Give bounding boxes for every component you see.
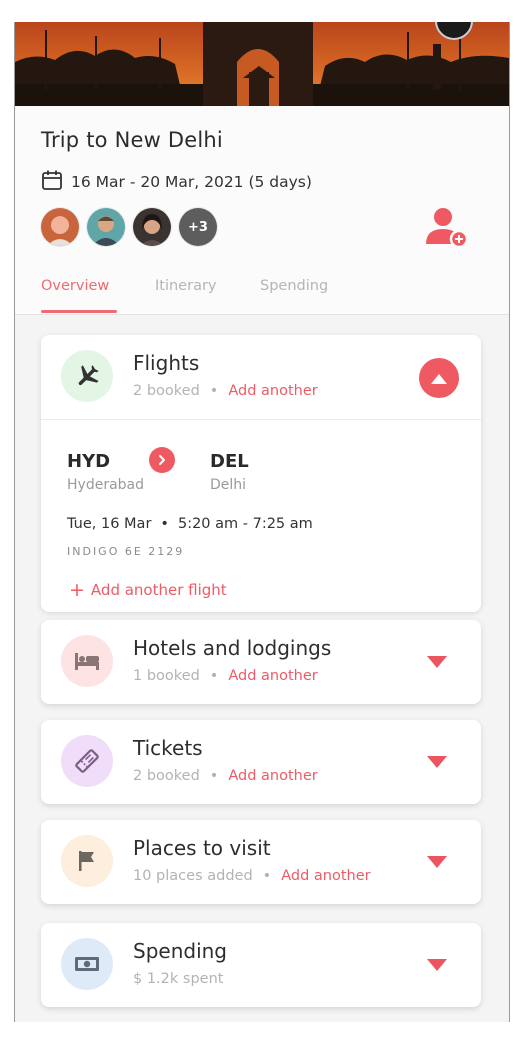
avatar[interactable]: [133, 208, 171, 246]
separator-dot: •: [160, 516, 169, 532]
spending-card[interactable]: Spending $ 1.2k spent: [41, 923, 481, 1007]
cover-image: [15, 22, 509, 106]
separator-dot: •: [209, 383, 219, 399]
flights-card: Flights 2 booked • Add another HYD Hyderab…: [41, 335, 481, 612]
flight-date: Tue, 16 Mar: [67, 516, 152, 532]
ticket-icon: [61, 735, 113, 787]
places-subtitle: 10 places added • Add another: [133, 868, 371, 884]
destination-city: Delhi: [210, 477, 247, 493]
tab-itinerary[interactable]: Itinerary: [155, 278, 217, 294]
tab-spending[interactable]: Spending: [260, 278, 328, 294]
add-flight-label: Add another flight: [90, 581, 227, 599]
hotels-card[interactable]: Hotels and lodgings 1 booked • Add another: [41, 620, 481, 704]
spending-title: Spending: [133, 939, 227, 963]
places-count: 10 places added: [133, 868, 253, 884]
collapse-button[interactable]: [419, 358, 459, 398]
spending-amount: $ 1.2k spent: [133, 971, 224, 987]
trip-header: Trip to New Delhi 16 Mar - 20 Mar, 2021 …: [15, 106, 509, 315]
arrow-right-icon: [149, 447, 175, 473]
flights-add-another-link[interactable]: Add another: [228, 383, 317, 399]
chevron-down-icon[interactable]: [427, 856, 447, 868]
trip-date-range: 16 Mar - 20 Mar, 2021 (5 days): [71, 173, 312, 191]
tickets-card[interactable]: Tickets 2 booked • Add another: [41, 720, 481, 804]
more-members-badge[interactable]: +3: [179, 208, 217, 246]
separator-dot: •: [209, 768, 219, 784]
flights-count: 2 booked: [133, 383, 200, 399]
chevron-down-icon[interactable]: [427, 656, 447, 668]
flight-time: 5:20 am - 7:25 am: [177, 516, 313, 532]
chevron-down-icon[interactable]: [427, 959, 447, 971]
separator-dot: •: [262, 868, 272, 884]
hotels-subtitle: 1 booked • Add another: [133, 668, 318, 684]
places-title: Places to visit: [133, 836, 271, 860]
places-card[interactable]: Places to visit 10 places added • Add anot…: [41, 820, 481, 904]
money-icon: [61, 938, 113, 990]
add-member-icon[interactable]: [423, 204, 469, 250]
trip-title: Trip to New Delhi: [41, 128, 223, 152]
places-add-another-link[interactable]: Add another: [281, 868, 370, 884]
chevron-up-icon: [431, 374, 447, 384]
add-flight-link[interactable]: + Add another flight: [69, 579, 227, 601]
active-tab-indicator: [41, 310, 117, 313]
origin-city: Hyderabad: [67, 477, 144, 493]
tickets-count: 2 booked: [133, 768, 200, 784]
calendar-icon: [41, 169, 71, 195]
hotels-add-another-link[interactable]: Add another: [228, 668, 317, 684]
flight-detail[interactable]: HYD Hyderabad DEL Delhi Tue, 16 Mar • 5:20…: [41, 419, 481, 612]
hotels-title: Hotels and lodgings: [133, 636, 332, 660]
spending-subtitle: $ 1.2k spent: [133, 971, 223, 987]
flight-schedule: Tue, 16 Mar • 5:20 am - 7:25 am: [67, 516, 313, 532]
trip-dates: 16 Mar - 20 Mar, 2021 (5 days): [41, 169, 312, 195]
flights-card-header[interactable]: Flights 2 booked • Add another: [41, 335, 481, 419]
tickets-title: Tickets: [133, 736, 203, 760]
flag-icon: [61, 835, 113, 887]
separator-dot: •: [209, 668, 219, 684]
bed-icon: [61, 635, 113, 687]
airplane-icon: [61, 350, 113, 402]
plus-icon: +: [69, 579, 85, 601]
hotels-count: 1 booked: [133, 668, 200, 684]
app-screen: Trip to New Delhi 16 Mar - 20 Mar, 2021 …: [14, 22, 510, 1022]
tab-overview[interactable]: Overview: [41, 278, 109, 294]
flights-subtitle: 2 booked • Add another: [133, 383, 318, 399]
tickets-add-another-link[interactable]: Add another: [228, 768, 317, 784]
tickets-subtitle: 2 booked • Add another: [133, 768, 318, 784]
flight-number: INDIGO 6E 2129: [67, 545, 185, 558]
destination-code: DEL: [210, 451, 249, 472]
origin-code: HYD: [67, 451, 111, 472]
avatar[interactable]: [87, 208, 125, 246]
chevron-down-icon[interactable]: [427, 756, 447, 768]
avatar[interactable]: [41, 208, 79, 246]
flights-title: Flights: [133, 351, 200, 375]
